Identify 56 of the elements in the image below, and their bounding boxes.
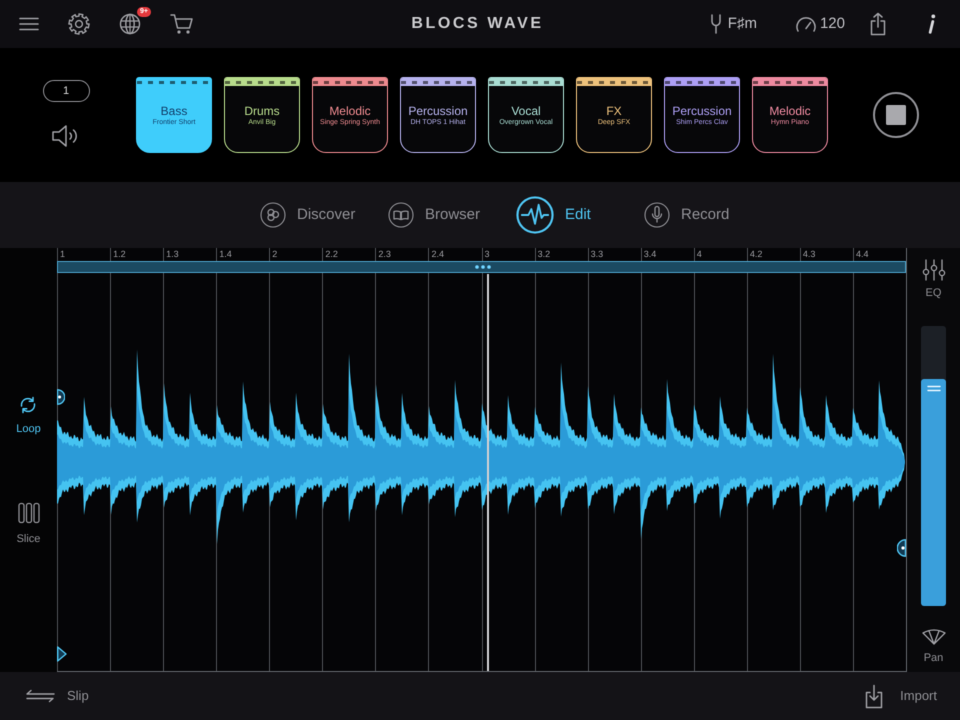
drag-handle-icon[interactable] — [475, 265, 491, 269]
mode-tab[interactable]: Edit — [516, 196, 644, 234]
ruler-label: 4 — [696, 249, 702, 260]
ruler-label: 1.2 — [113, 249, 126, 260]
tempo-button[interactable]: 120 — [794, 12, 845, 36]
ruler-label: 2.2 — [325, 249, 338, 260]
ruler-label: 3 — [484, 249, 490, 260]
app-title: BLOCS WAVE — [411, 14, 544, 34]
slice-marker-icon[interactable] — [57, 646, 67, 662]
tuning-fork-icon — [710, 14, 722, 34]
ruler-label: 3.4 — [644, 249, 656, 260]
waveform-pulse-icon — [516, 196, 554, 234]
share-icon[interactable] — [869, 12, 887, 36]
ruler-label: 3.3 — [590, 249, 604, 260]
stop-button[interactable] — [873, 92, 919, 138]
microphone-icon — [644, 202, 670, 228]
stop-icon — [886, 105, 906, 125]
ruler-label: 1 — [60, 249, 66, 260]
group-number-pill[interactable]: 1 — [42, 80, 90, 102]
discover-icon — [260, 202, 286, 228]
pan-icon — [920, 628, 946, 646]
gauge-icon — [794, 15, 817, 33]
volume-slider[interactable] — [921, 326, 946, 606]
slider-handle-icon[interactable] — [926, 384, 940, 392]
ruler-label: 1.3 — [166, 249, 179, 260]
tool-button[interactable]: Loop — [16, 396, 41, 438]
equalizer-icon — [922, 259, 946, 281]
mode-tab[interactable]: Record — [644, 202, 772, 228]
menu-icon[interactable] — [19, 17, 39, 31]
cart-icon[interactable] — [170, 13, 194, 35]
pan-button[interactable]: Pan — [920, 628, 946, 666]
ruler-label: 2.4 — [431, 249, 444, 260]
ruler-label: 4.3 — [802, 249, 816, 260]
import-icon — [864, 684, 884, 708]
eq-button[interactable]: EQ — [922, 259, 946, 302]
mode-tab[interactable]: Discover — [260, 202, 388, 228]
import-button[interactable]: Import — [864, 684, 937, 708]
mode-tab[interactable]: Browser — [388, 202, 516, 228]
loop-start-marker-icon[interactable] — [57, 389, 65, 405]
ruler-label: 1.4 — [219, 249, 232, 260]
slip-arrows-icon — [25, 689, 56, 703]
end-marker-icon[interactable] — [897, 539, 906, 557]
ruler-label: 4.4 — [856, 249, 868, 260]
settings-icon[interactable] — [68, 13, 90, 35]
info-icon[interactable] — [927, 14, 936, 34]
ruler-label: 2.3 — [378, 249, 391, 260]
slip-button[interactable]: Slip — [25, 686, 89, 706]
ruler-label: 3.2 — [538, 249, 550, 260]
ruler-label: 2 — [272, 249, 278, 260]
globe-icon[interactable] — [119, 13, 141, 35]
browser-icon — [388, 202, 414, 228]
loop-region-bar[interactable] — [57, 261, 906, 273]
key-button[interactable]: F♯m — [710, 12, 757, 36]
ruler-label: 4.2 — [750, 249, 762, 260]
slice-icon — [18, 502, 40, 524]
tool-button[interactable]: Slice — [16, 502, 40, 547]
